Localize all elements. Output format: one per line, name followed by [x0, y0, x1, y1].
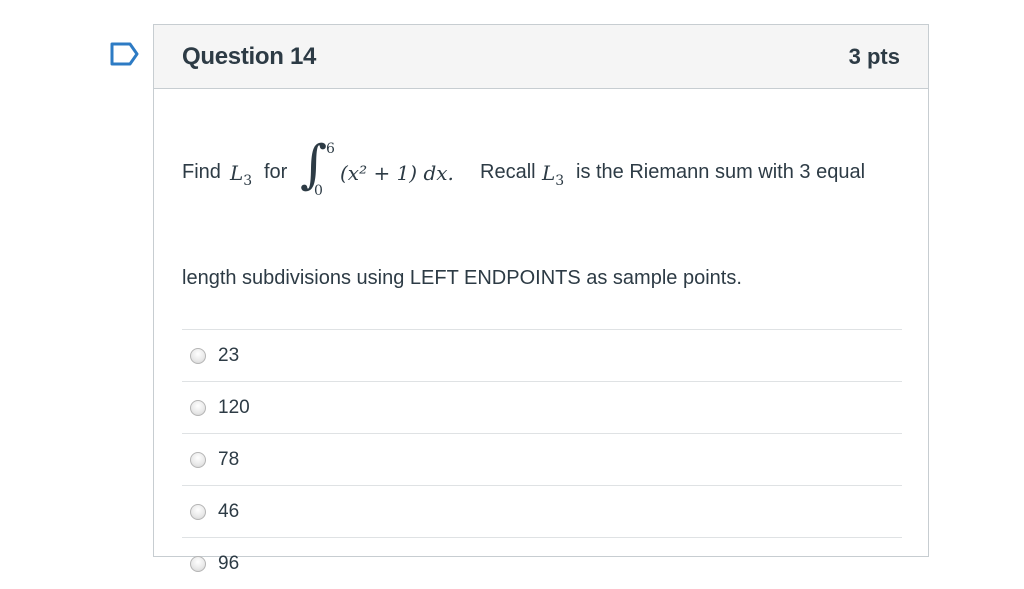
answer-list: 23 120 78 46 96 [182, 329, 902, 589]
answer-option[interactable]: 120 [182, 381, 902, 433]
stem-tail: is the Riemann sum with 3 equal [576, 161, 866, 183]
answer-label[interactable]: 96 [218, 553, 239, 575]
answer-option[interactable]: 46 [182, 485, 902, 537]
answer-option[interactable]: 23 [182, 329, 902, 381]
answer-label[interactable]: 46 [218, 501, 239, 523]
stem-for: for [264, 161, 288, 183]
integral-upper-limit: 6 [326, 141, 335, 157]
question-title: Question 14 [182, 42, 317, 70]
radio-button[interactable] [190, 347, 206, 364]
answer-option[interactable]: 96 [182, 537, 902, 589]
question-card: Question 14 3 pts Find L3 for ∫ 6 0 (x² … [153, 24, 929, 574]
radio-button[interactable] [190, 503, 206, 520]
answer-label[interactable]: 23 [218, 345, 239, 367]
radio-button[interactable] [190, 451, 206, 468]
answer-option[interactable]: 78 [182, 433, 902, 485]
stem-integrand: (x² + 1) dx. [340, 161, 454, 185]
answer-label[interactable]: 120 [218, 397, 250, 419]
stem-L: L3 [230, 161, 253, 189]
radio-button[interactable] [190, 555, 206, 572]
stem-L-recall: L3 [542, 161, 565, 189]
radio-button[interactable] [190, 399, 206, 416]
flag-question-icon[interactable] [110, 42, 140, 66]
question-points: 3 pts [848, 43, 900, 69]
question-stem-line1: Find L3 for ∫ 6 0 (x² + 1) dx. Recall L3… [182, 139, 902, 199]
question-header: Question 14 3 pts [154, 25, 928, 89]
integral-lower-limit: 0 [314, 183, 323, 199]
stem-recall: Recall [480, 161, 536, 183]
question-stem-line2: length subdivisions using LEFT ENDPOINTS… [182, 267, 742, 289]
stem-find: Find [182, 161, 221, 183]
answer-label[interactable]: 78 [218, 449, 239, 471]
